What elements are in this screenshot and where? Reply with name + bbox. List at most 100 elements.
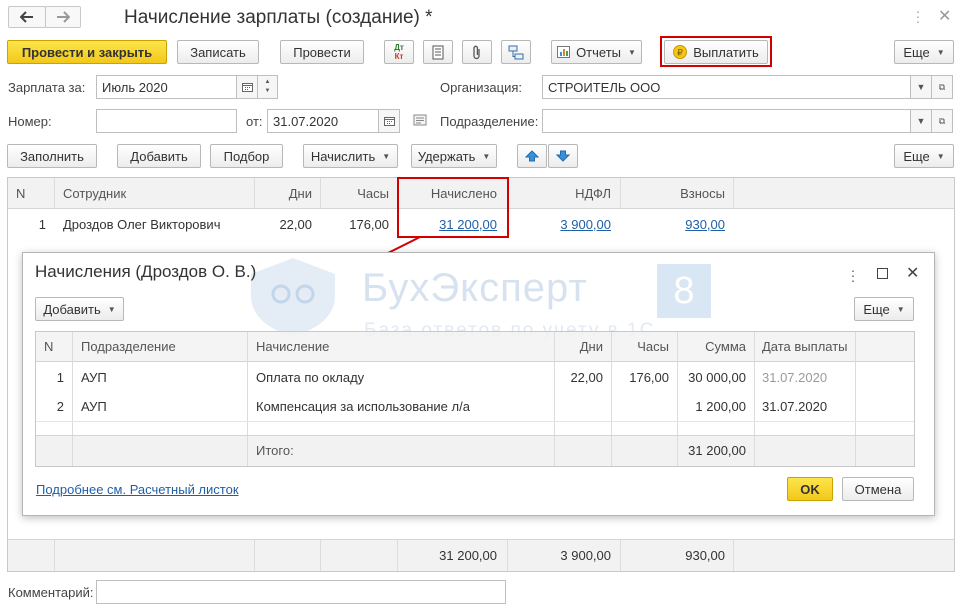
post-button[interactable]: Провести bbox=[280, 40, 364, 64]
attachments-button[interactable] bbox=[462, 40, 492, 64]
ok-button[interactable]: OK bbox=[787, 477, 833, 501]
col-ndfl-header[interactable]: НДФЛ bbox=[507, 186, 611, 201]
dt-kt-button[interactable]: Дт Кт bbox=[384, 40, 414, 64]
col-hours-header[interactable]: Часы bbox=[320, 186, 389, 201]
paperclip-icon bbox=[473, 45, 480, 59]
date-field[interactable]: 31.07.2020 bbox=[267, 109, 379, 133]
dlg-col-paydate-header[interactable]: Дата выплаты bbox=[762, 339, 848, 354]
row-number: 1 bbox=[56, 370, 64, 385]
dlg-col-days-header[interactable]: Дни bbox=[554, 339, 603, 354]
row-number: 1 bbox=[38, 217, 46, 232]
document-number-icon[interactable] bbox=[413, 113, 427, 130]
dlg-col-accrual-header[interactable]: Начисление bbox=[256, 339, 329, 354]
number-field[interactable] bbox=[96, 109, 237, 133]
dialog-title: Начисления (Дроздов О. В.) bbox=[35, 262, 257, 281]
sum-value: 1 200,00 bbox=[695, 399, 746, 414]
up-arrow-icon bbox=[525, 150, 539, 162]
salary-period-field[interactable]: Июль 2020 bbox=[96, 75, 237, 99]
more-vertical-icon[interactable]: · · · bbox=[849, 263, 857, 287]
organization-field[interactable]: СТРОИТЕЛЬ ООО bbox=[542, 75, 911, 99]
document-list-icon bbox=[432, 45, 444, 59]
select-button[interactable]: Подбор bbox=[210, 144, 283, 168]
contrib-link[interactable]: 930,00 bbox=[620, 217, 725, 232]
col-employee-header[interactable]: Сотрудник bbox=[63, 186, 126, 201]
more-button[interactable]: Еще ▼ bbox=[894, 40, 954, 64]
post-and-close-button[interactable]: Провести и закрыть bbox=[7, 40, 167, 64]
accrual-value: Компенсация за использование л/а bbox=[256, 399, 470, 414]
row-number: 2 bbox=[56, 399, 64, 414]
period-stepper[interactable]: ▲ ▼ bbox=[257, 75, 278, 99]
sum-value: 30 000,00 bbox=[688, 370, 746, 385]
number-label: Номер: bbox=[8, 114, 52, 129]
division-field[interactable] bbox=[542, 109, 911, 133]
move-up-button[interactable] bbox=[517, 144, 547, 168]
date-from-label: от: bbox=[246, 114, 263, 129]
close-icon[interactable]: ✕ bbox=[938, 6, 951, 26]
withhold-button[interactable]: Удержать ▼ bbox=[411, 144, 497, 168]
structure-button[interactable] bbox=[501, 40, 531, 64]
payslip-link[interactable]: Подробнее см. Расчетный листок bbox=[36, 482, 239, 497]
accrued-highlight-frame bbox=[397, 177, 509, 238]
report-chart-icon bbox=[557, 46, 571, 58]
watermark-brand: БухЭксперт bbox=[362, 266, 588, 310]
dt-kt-icon: Дт Кт bbox=[394, 43, 404, 61]
watermark-number: 8 bbox=[657, 264, 711, 318]
days-value: 22,00 bbox=[570, 370, 603, 385]
col-n-header[interactable]: N bbox=[16, 186, 25, 201]
dialog-more-button[interactable]: Еще ▼ bbox=[854, 297, 914, 321]
cancel-button[interactable]: Отмена bbox=[842, 477, 914, 501]
total-sum: 31 200,00 bbox=[688, 443, 746, 458]
forward-button[interactable] bbox=[45, 6, 81, 28]
comment-field[interactable] bbox=[96, 580, 506, 604]
dlg-col-division-header[interactable]: Подразделение bbox=[81, 339, 176, 354]
back-button[interactable] bbox=[8, 6, 46, 28]
hours-value: 176,00 bbox=[629, 370, 669, 385]
dlg-col-sum-header[interactable]: Сумма bbox=[677, 339, 746, 354]
ndfl-link[interactable]: 3 900,00 bbox=[507, 217, 611, 232]
save-button[interactable]: Записать bbox=[177, 40, 259, 64]
total-label: Итого: bbox=[256, 443, 294, 458]
comment-label: Комментарий: bbox=[8, 585, 94, 600]
accrual-value: Оплата по окладу bbox=[256, 370, 365, 385]
pay-date-value: 31.07.2020 bbox=[762, 399, 828, 414]
division-value: АУП bbox=[81, 399, 107, 414]
down-arrow-icon bbox=[556, 150, 570, 162]
open-icon[interactable]: ⧉ bbox=[931, 109, 953, 133]
table-more-button[interactable]: Еще ▼ bbox=[894, 144, 954, 168]
open-icon[interactable]: ⧉ bbox=[931, 75, 953, 99]
total-ndfl: 3 900,00 bbox=[560, 548, 611, 563]
more-vertical-icon[interactable]: · · · bbox=[914, 4, 922, 28]
total-contrib: 930,00 bbox=[685, 548, 725, 563]
hours-value: 176,00 bbox=[349, 217, 389, 232]
days-value: 22,00 bbox=[279, 217, 312, 232]
back-arrow-icon bbox=[20, 11, 33, 23]
organization-label: Организация: bbox=[440, 80, 523, 95]
add-row-button[interactable]: Добавить bbox=[117, 144, 201, 168]
pay-date-value: 31.07.2020 bbox=[762, 370, 828, 385]
maximize-icon[interactable] bbox=[877, 268, 888, 279]
dropdown-icon[interactable]: ▼ bbox=[910, 109, 932, 133]
employee-name: Дроздов Олег Викторович bbox=[63, 217, 221, 232]
dialog-add-button[interactable]: Добавить ▼ bbox=[35, 297, 124, 321]
fill-button[interactable]: Заполнить bbox=[7, 144, 97, 168]
dlg-col-hours-header[interactable]: Часы bbox=[611, 339, 669, 354]
forward-arrow-icon bbox=[57, 11, 70, 23]
division-value: АУП bbox=[81, 370, 107, 385]
accrue-button[interactable]: Начислить ▼ bbox=[303, 144, 398, 168]
dlg-col-n-header[interactable]: N bbox=[44, 339, 53, 354]
document-list-button[interactable] bbox=[423, 40, 453, 64]
move-down-button[interactable] bbox=[548, 144, 578, 168]
bux-expert-logo bbox=[251, 258, 335, 336]
salary-for-label: Зарплата за: bbox=[8, 80, 86, 95]
calendar-icon[interactable] bbox=[236, 75, 258, 99]
total-accrued: 31 200,00 bbox=[439, 548, 497, 563]
structure-icon bbox=[508, 45, 524, 59]
col-contrib-header[interactable]: Взносы bbox=[620, 186, 725, 201]
reports-button[interactable]: Отчеты ▼ bbox=[551, 40, 642, 64]
calendar-icon[interactable] bbox=[378, 109, 400, 133]
dropdown-icon[interactable]: ▼ bbox=[910, 75, 932, 99]
pay-highlight-frame bbox=[660, 36, 772, 67]
close-icon[interactable]: ✕ bbox=[906, 263, 919, 283]
division-label: Подразделение: bbox=[440, 114, 539, 129]
col-days-header[interactable]: Дни bbox=[254, 186, 312, 201]
